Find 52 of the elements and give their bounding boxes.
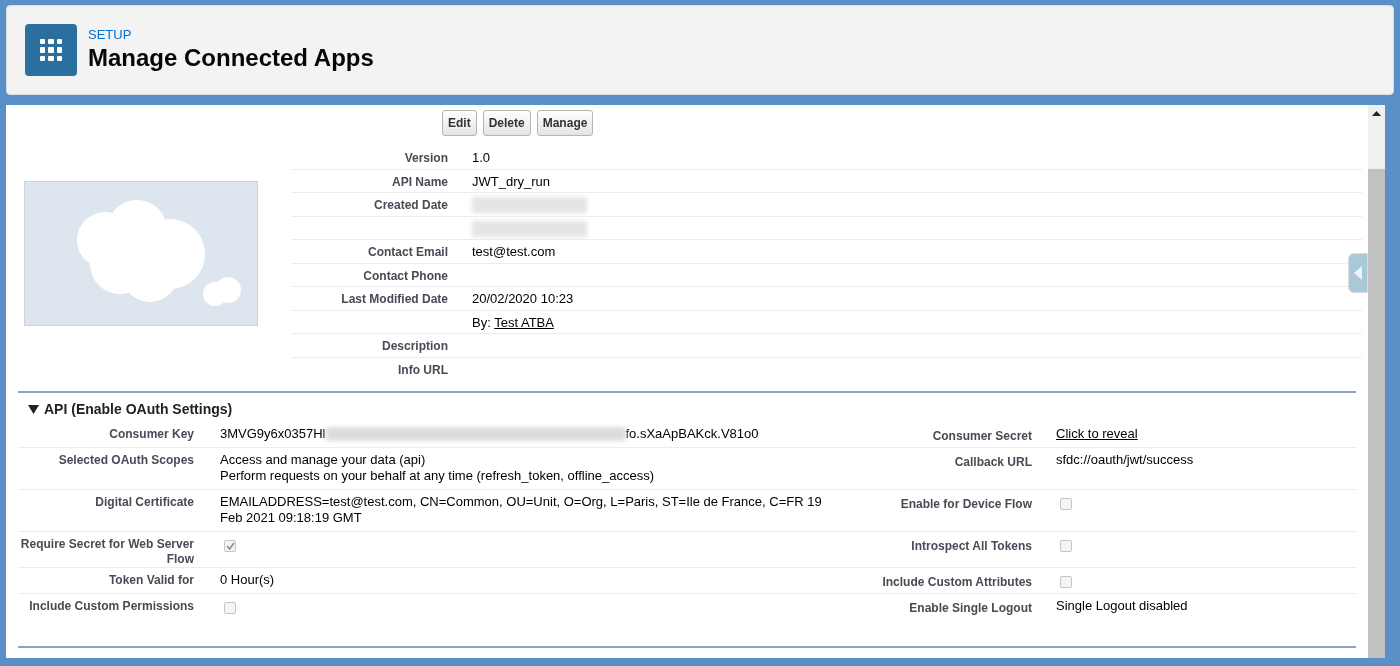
field-value: JWT_dry_run [472, 173, 551, 189]
side-panel-tab[interactable] [1348, 253, 1368, 293]
field-value: Perform requests on your behalf at any time (refresh_token, offline_access) [220, 468, 656, 484]
field-label: Selected OAuth Scopes [58, 453, 194, 467]
checkbox[interactable] [1060, 576, 1072, 588]
field-label: Version [404, 151, 448, 165]
field-label: By: [472, 314, 491, 330]
field-label: Introspect All Tokens [911, 539, 1032, 553]
field-value: 1.0 [472, 150, 491, 165]
field-value: 20/02/2020 10:23 [472, 291, 574, 306]
field-label: Description [382, 339, 448, 353]
field-value: Access and manage your data (api) [220, 452, 427, 468]
field-label: Consumer Key [109, 427, 194, 441]
scroll-up-arrow-icon[interactable] [1372, 111, 1381, 116]
field-label: Enable Single Logout [909, 601, 1032, 615]
action-button[interactable]: Delete [482, 110, 531, 136]
checkbox[interactable] [224, 602, 236, 614]
reveal-link[interactable]: Click to reveal [1056, 426, 1138, 441]
field-label: Consumer Secret [932, 429, 1032, 443]
checkbox[interactable] [1060, 540, 1072, 552]
field-value: EMAILADDRESS=test@test.com, CN=Common, OU=Unit, O=Org, L=Paris, ST=Ile de France, C=FR 19 Feb 2021 09:18:19 GMT [220, 494, 822, 525]
checkbox[interactable] [224, 540, 236, 552]
page-title: Manage Connected Apps [88, 43, 374, 73]
section-title: API (Enable OAuth Settings) [44, 400, 233, 419]
field-label: Contact Phone [363, 268, 448, 283]
field-label: Require Secret for Web Server Flow [20, 537, 194, 566]
action-button[interactable]: Edit [442, 110, 477, 136]
user-link[interactable]: Test ATBA [494, 314, 554, 330]
field-label: Created Date [373, 198, 448, 212]
checkbox[interactable] [1060, 498, 1072, 510]
field-label: Include Custom Permissions [29, 599, 194, 613]
field-label: API Name [391, 174, 448, 189]
field-label: Enable for Device Flow [900, 497, 1032, 511]
field-label: Callback URL [954, 455, 1032, 469]
left-arrow-icon[interactable] [1354, 266, 1362, 280]
field-value: 3MVG9y6x0357Hl [220, 426, 326, 442]
field-label: Token Valid for [108, 573, 194, 587]
field-value: 0 Hour(s) [220, 572, 275, 587]
field-value: test@test.com [472, 244, 556, 259]
action-button[interactable]: Manage [536, 110, 594, 136]
field-label: Last Modified Date [341, 292, 448, 306]
breadcrumb-label: SETUP [88, 27, 133, 43]
field-value: Single Logout disabled [1056, 598, 1188, 613]
field-label: Info URL [398, 362, 448, 377]
field-label: Digital Certificate [95, 495, 194, 509]
collapse-triangle-icon[interactable] [28, 405, 39, 414]
field-label: Contact Email [368, 245, 448, 259]
field-label: Include Custom Attributes [882, 575, 1032, 589]
app-grid-icon [25, 24, 77, 76]
field-value: sfdc://oauth/jwt/success [1056, 452, 1194, 467]
scrollbar[interactable] [1368, 105, 1385, 658]
field-value: fo.sXaApBAKck.V81o0 [625, 426, 759, 442]
